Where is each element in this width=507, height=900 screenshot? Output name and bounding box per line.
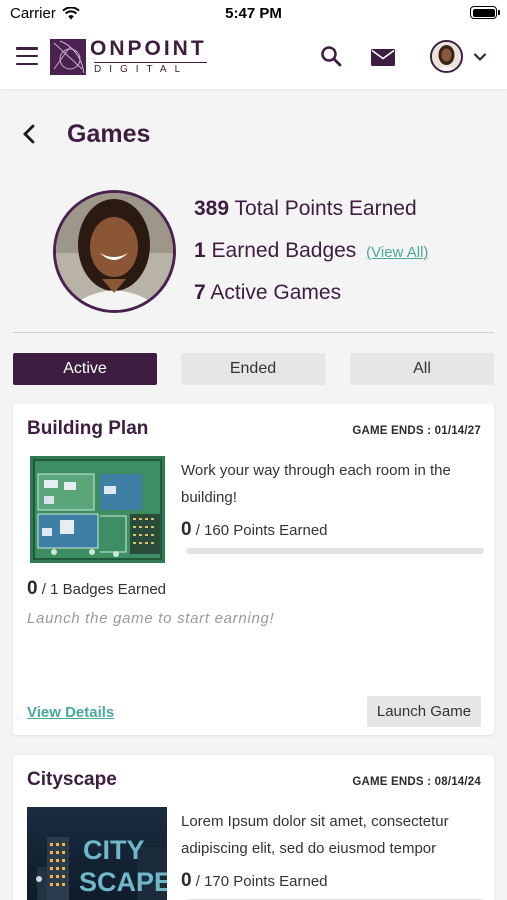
badges-earned-label: / 1 Badges Earned	[41, 581, 167, 598]
page-title: Games	[67, 120, 151, 148]
game-description: Lorem Ipsum dolor sit amet, consectetur …	[181, 813, 449, 857]
thumb-title-bottom: SCAPE	[79, 867, 167, 897]
tab-all[interactable]: All	[350, 353, 494, 385]
game-title: Building Plan	[27, 418, 149, 439]
game-card: Building Plan GAME ENDS : 01/14/27 Work …	[13, 404, 494, 735]
logo-mark-icon	[50, 38, 86, 75]
badges-value: 1	[194, 239, 206, 262]
total-points-stat: 389 Total Points Earned	[194, 195, 428, 237]
profile-avatar	[53, 190, 176, 313]
points-earned-label: / 170 Points Earned	[195, 873, 328, 890]
points-earned-value: 0	[181, 870, 192, 891]
points-earned: 0 / 160 Points Earned	[181, 519, 328, 541]
view-all-badges-link[interactable]: (View All)	[366, 244, 428, 261]
game-ends-date: GAME ENDS : 08/14/24	[352, 776, 481, 788]
badges-label: Earned Badges	[211, 239, 357, 262]
status-time: 5:47 PM	[225, 5, 282, 22]
game-ends-date: GAME ENDS : 01/14/27	[352, 425, 481, 437]
status-bar: Carrier 5:47 PM	[0, 0, 507, 26]
logo-top-text: ONPOINT	[90, 37, 207, 60]
thumb-title-top: CITY	[83, 835, 145, 865]
total-points-label: Total Points Earned	[234, 197, 417, 220]
points-earned: 0 / 170 Points Earned	[181, 870, 328, 892]
game-title: Cityscape	[27, 769, 117, 790]
launch-hint: Launch the game to start earning!	[27, 610, 275, 627]
user-avatar[interactable]	[430, 40, 463, 73]
profile-stats: 389 Total Points Earned 1 Earned Badges …	[194, 195, 428, 321]
filter-tabs: Active Ended All	[13, 353, 494, 385]
search-icon[interactable]	[320, 45, 342, 67]
tab-ended[interactable]: Ended	[181, 353, 325, 385]
chevron-down-icon[interactable]	[473, 50, 487, 64]
points-progress-bar	[186, 548, 484, 554]
battery-icon	[470, 6, 500, 19]
tab-active[interactable]: Active	[13, 353, 157, 385]
game-thumbnail	[30, 456, 165, 563]
game-card: Cityscape GAME ENDS : 08/14/24 CITY SCAP…	[13, 755, 494, 900]
game-thumbnail: CITY SCAPE	[27, 807, 167, 900]
mail-icon[interactable]	[371, 49, 395, 66]
badges-earned: 0 / 1 Badges Earned	[27, 578, 166, 600]
logo-bottom-text: DIGITAL	[94, 62, 207, 75]
active-games-label: Active Games	[210, 281, 342, 304]
section-divider	[13, 332, 494, 333]
badges-stat: 1 Earned Badges (View All)	[194, 237, 428, 279]
back-icon[interactable]	[22, 124, 36, 144]
active-games-value: 7	[194, 281, 206, 304]
logo[interactable]: ONPOINT DIGITAL	[50, 38, 207, 75]
menu-icon[interactable]	[16, 47, 38, 65]
app-header: ONPOINT DIGITAL	[0, 26, 507, 89]
game-description: Work your way through each room in the b…	[181, 462, 451, 506]
points-earned-label: / 160 Points Earned	[195, 522, 328, 539]
points-earned-value: 0	[181, 519, 192, 540]
launch-game-button[interactable]: Launch Game	[367, 696, 481, 727]
total-points-value: 389	[194, 197, 230, 220]
view-details-link[interactable]: View Details	[27, 704, 114, 721]
badges-earned-value: 0	[27, 578, 38, 599]
page-title-row: Games	[0, 110, 507, 160]
active-games-stat: 7 Active Games	[194, 279, 428, 321]
